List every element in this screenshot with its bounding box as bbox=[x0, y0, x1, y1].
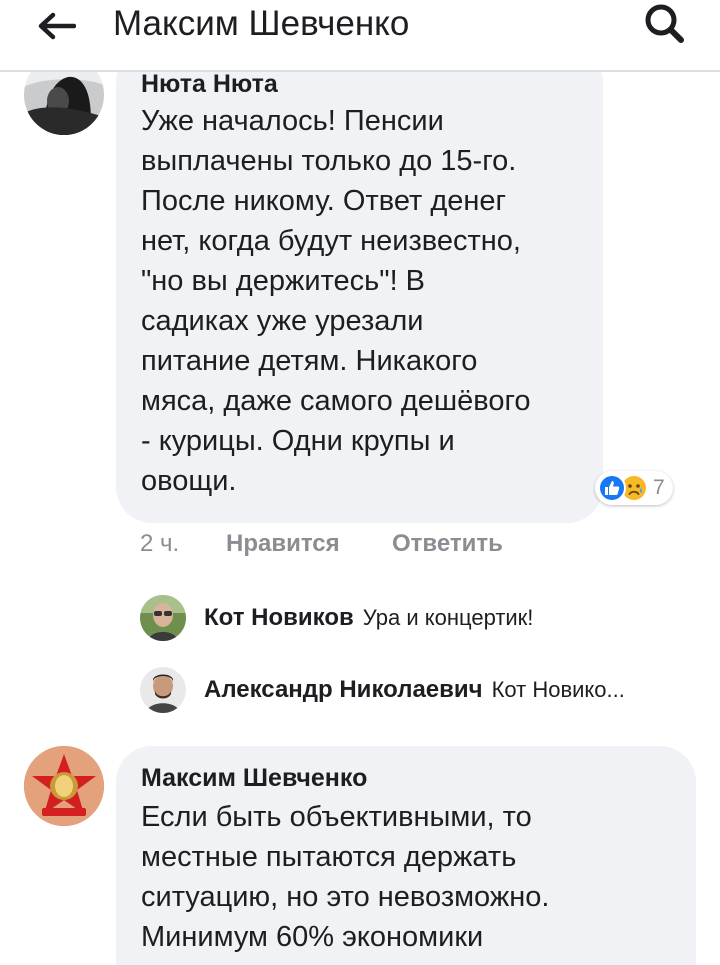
back-button[interactable] bbox=[30, 6, 82, 46]
search-icon bbox=[645, 4, 684, 43]
like-icon bbox=[598, 474, 626, 502]
reply-author[interactable]: Александр Николаевич bbox=[204, 676, 483, 704]
comment-bubble[interactable]: Нюта Нюта Уже началось! Пенсии выплачены… bbox=[116, 46, 603, 523]
reactions-summary[interactable]: 7 bbox=[595, 471, 673, 505]
reply-button[interactable]: Ответить bbox=[392, 530, 503, 558]
comment-text: Если быть объективными, то местные пытаю… bbox=[141, 797, 691, 957]
comment-text: Уже началось! Пенсии выплачены только до… bbox=[141, 101, 603, 501]
reply-item[interactable]: Кот Новиков Ура и концертик! bbox=[140, 594, 533, 642]
text-line: "но вы держитесь"! В bbox=[141, 265, 426, 297]
reply-author[interactable]: Кот Новиков bbox=[204, 604, 354, 632]
text-line: Уже началось! Пенсии bbox=[141, 105, 444, 137]
avatar[interactable] bbox=[24, 746, 104, 826]
comment-author[interactable]: Максим Шевченко bbox=[141, 763, 367, 793]
text-line: выплачены только до 15-го. bbox=[141, 145, 517, 177]
text-line: Если быть объективными, то bbox=[141, 801, 532, 833]
reactions-count: 7 bbox=[653, 476, 665, 499]
reply-item[interactable]: Александр Николаевич Кот Новико... bbox=[140, 666, 625, 714]
text-line: мяса, даже самого дешёвого bbox=[141, 385, 531, 417]
top-bar: Максим Шевченко bbox=[0, 0, 720, 72]
back-arrow-icon bbox=[38, 12, 76, 40]
text-line: местные пытаются держать bbox=[141, 841, 517, 873]
text-line: - курицы. Одни крупы и bbox=[141, 425, 455, 457]
comment-author[interactable]: Нюта Нюта bbox=[141, 69, 278, 99]
reply-text: Кот Новико... bbox=[491, 677, 625, 702]
page-title: Максим Шевченко bbox=[113, 4, 410, 43]
reply-text: Ура и концертик! bbox=[362, 605, 534, 630]
text-line: Минимум 60% экономики bbox=[141, 921, 484, 953]
text-line: питание детям. Никакого bbox=[141, 345, 478, 377]
avatar[interactable] bbox=[140, 595, 186, 641]
avatar[interactable] bbox=[140, 667, 186, 713]
comment-timestamp[interactable]: 2 ч. bbox=[140, 530, 226, 558]
like-button[interactable]: Нравится bbox=[226, 530, 392, 558]
text-line: После никому. Ответ денег bbox=[141, 185, 507, 217]
text-line: ситуацию, но это невозможно. bbox=[141, 881, 550, 913]
text-line: нет, когда будут неизвестно, bbox=[141, 225, 521, 257]
comment-actions: 2 ч. Нравится Ответить bbox=[140, 527, 503, 561]
text-line: садиках уже урезали bbox=[141, 305, 424, 337]
text-line: овощи. bbox=[141, 465, 237, 497]
search-button[interactable] bbox=[636, 0, 692, 46]
comment-bubble[interactable]: Максим Шевченко Если быть объективными, … bbox=[116, 746, 696, 965]
